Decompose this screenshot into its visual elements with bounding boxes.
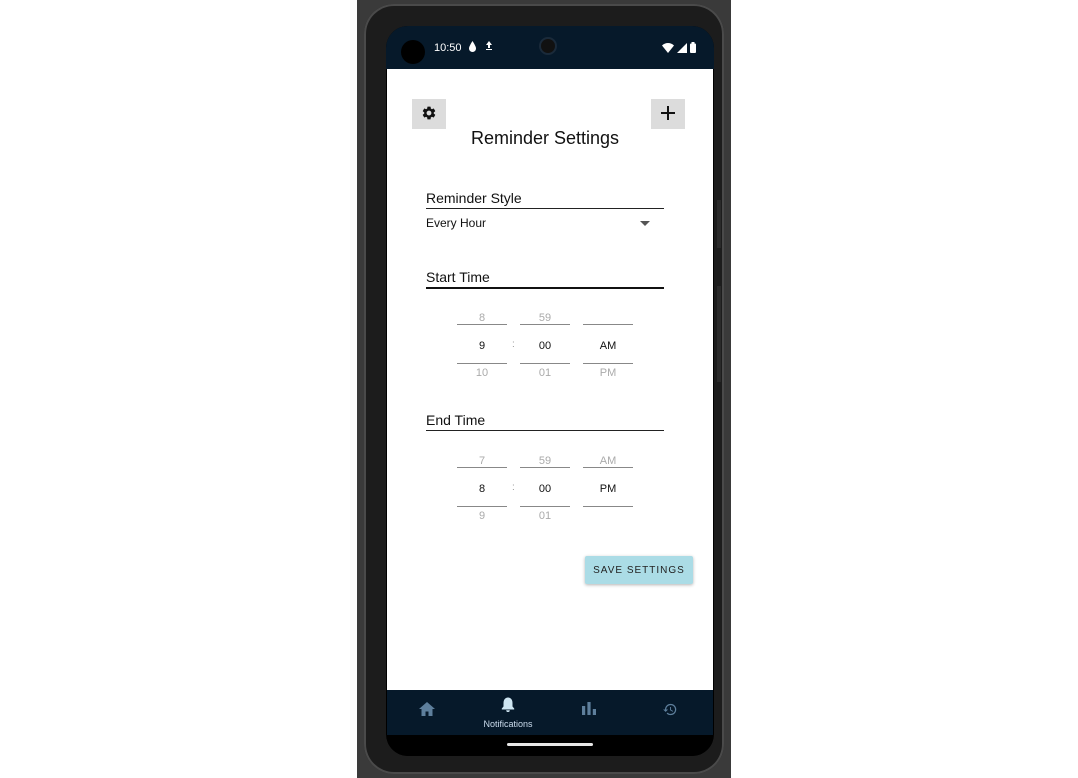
start-minute-value: 00 [538,340,552,352]
reminder-style-value: Every Hour [426,216,487,230]
battery-icon [690,40,696,58]
start-time-label: Start Time [426,269,664,289]
end-hour-value: 8 [478,483,486,495]
divider [583,324,633,325]
divider [457,324,507,325]
add-button[interactable] [651,99,685,129]
settings-button[interactable] [412,99,446,129]
status-bar: 10:50 [386,26,714,69]
reminder-style-label: Reminder Style [426,190,664,209]
nav-item-history[interactable] [640,690,700,735]
bell-icon [478,697,538,717]
start-hour-prev: 8 [478,312,486,324]
front-camera [541,39,555,53]
home-gesture-bar[interactable] [507,743,593,746]
nav-label-notifications: Notifications [483,719,533,729]
save-settings-button[interactable]: SAVE SETTINGS [585,556,693,584]
divider [520,363,570,364]
device-frame: 10:50 Reminder Settings Reminder Style E… [357,0,731,778]
end-time-label: End Time [426,412,664,431]
wifi-icon [662,40,674,58]
divider [583,467,633,468]
nav-item-home[interactable] [397,690,457,735]
start-minute-spinner[interactable]: 59 00 01 [520,310,570,380]
signal-icon [677,40,687,58]
start-hour-next: 10 [475,367,489,379]
divider [457,363,507,364]
end-ampm-value: PM [599,483,617,495]
start-time-picker: 8 9 10 : 59 00 01 AM PM [457,310,635,380]
start-hour-spinner[interactable]: 8 9 10 [457,310,507,380]
end-ampm-prev: AM [599,455,617,467]
divider [457,506,507,507]
start-ampm-next: PM [599,367,617,379]
divider [583,506,633,507]
end-minute-prev: 59 [538,455,552,467]
start-minute-next: 01 [538,367,552,379]
end-hour-prev: 7 [478,455,486,467]
camera-cutout [401,40,425,64]
end-minute-spinner[interactable]: 59 00 01 [520,453,570,523]
phone-screen: 10:50 Reminder Settings Reminder Style E… [386,26,714,756]
home-icon [397,702,457,721]
device-body: 10:50 Reminder Settings Reminder Style E… [364,4,724,774]
end-hour-spinner[interactable]: 7 8 9 [457,453,507,523]
volume-button [717,200,721,248]
start-ampm-value: AM [599,340,617,352]
status-time: 10:50 [434,42,462,54]
gesture-area [387,735,713,756]
data-sync-icon [485,41,493,55]
power-button [717,286,721,382]
start-ampm-spinner[interactable]: AM PM [583,310,633,380]
divider [457,467,507,468]
divider [583,363,633,364]
gear-icon [421,105,437,124]
end-time-picker: 7 8 9 : 59 00 01 AM PM [457,453,635,523]
time-separator: : [512,339,515,350]
bar-chart-icon [559,702,619,720]
reminder-style-dropdown[interactable]: Every Hour [426,216,650,236]
page-title: Reminder Settings [470,128,620,148]
app-screen: Reminder Settings Reminder Style Every H… [387,69,713,690]
end-minute-next: 01 [538,510,552,522]
nav-item-notifications[interactable]: Notifications [478,690,538,735]
end-minute-value: 00 [538,483,552,495]
bottom-navigation: Notifications [387,690,713,735]
nav-item-stats[interactable] [559,690,619,735]
end-hour-next: 9 [478,510,486,522]
start-hour-value: 9 [478,340,486,352]
history-icon [640,702,700,722]
status-icons [662,40,696,58]
dropdown-arrow-icon [640,221,650,226]
divider [520,324,570,325]
divider [520,506,570,507]
end-ampm-spinner[interactable]: AM PM [583,453,633,523]
start-minute-prev: 59 [538,312,552,324]
time-separator: : [512,482,515,493]
plus-icon [661,105,675,123]
divider [520,467,570,468]
drop-icon [468,41,477,55]
